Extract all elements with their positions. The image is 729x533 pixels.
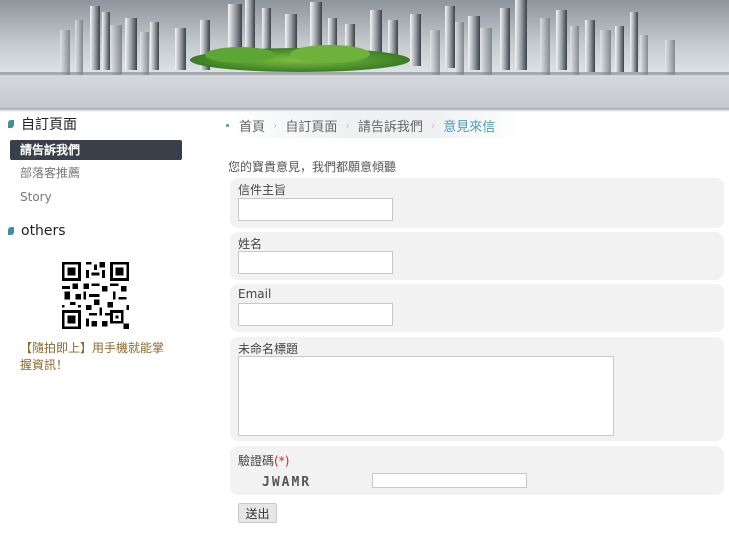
sidebar-item-tell-us[interactable]: 請告訴我們 [10, 140, 182, 160]
sidebar-item-blogger-recommend[interactable]: 部落客推薦 [10, 163, 182, 183]
captcha-text: JWAMR [262, 475, 311, 488]
required-mark: (*) [274, 454, 290, 468]
chevron-right-icon: › [273, 118, 278, 132]
breadcrumb-custom-pages[interactable]: 自訂頁面 [285, 116, 337, 135]
captcha-input[interactable] [372, 473, 527, 488]
submit-button[interactable]: 送出 [238, 503, 277, 523]
breadcrumb-tell-us[interactable]: 請告訴我們 [358, 116, 423, 135]
name-input[interactable] [238, 251, 393, 274]
qr-code-icon [62, 262, 129, 329]
chevron-right-icon: › [345, 118, 350, 132]
field-email: Email [230, 284, 724, 332]
sidebar-section-title: others [21, 223, 66, 239]
field-captcha: 驗證碼(*) JWAMR [230, 446, 724, 495]
header-banner [0, 0, 729, 110]
untitled-textarea[interactable] [238, 356, 614, 436]
field-label: 未命名標題 [238, 342, 299, 356]
captcha-image: JWAMR [262, 475, 311, 488]
sidebar-item-story[interactable]: Story [10, 187, 182, 207]
field-name: 姓名 [230, 232, 724, 280]
field-label: 驗證碼(*) [238, 452, 289, 469]
field-label: Email [238, 287, 272, 301]
sidebar-section-others: others [8, 221, 66, 241]
breadcrumb-current-feedback: 意見來信 [443, 119, 496, 135]
mobile-promo-text: 【隨拍即上】用手機就能掌握資訊！ [20, 341, 165, 372]
field-label: 信件主旨 [238, 183, 287, 197]
bullet-icon [8, 227, 14, 235]
sidebar-section-title: 自訂頁面 [21, 117, 77, 133]
breadcrumb: 首頁 › 自訂頁面 › 請告訴我們 › 意見來信 [224, 112, 524, 138]
subject-input[interactable] [238, 198, 393, 221]
city-skyline-banner [0, 0, 729, 110]
chevron-right-icon: › [430, 118, 436, 132]
captcha-label: 驗證碼 [238, 454, 275, 468]
field-untitled: 未命名標題 [230, 337, 724, 441]
sidebar-section-custom-pages: 自訂頁面 [8, 114, 77, 134]
field-subject: 信件主旨 [230, 178, 724, 228]
bullet-icon [226, 123, 229, 127]
form-intro-text: 您的寶貴意見，我們都願意傾聽 [228, 160, 397, 174]
breadcrumb-home[interactable]: 首頁 [239, 116, 265, 135]
field-label: 姓名 [238, 237, 263, 251]
email-input[interactable] [238, 303, 393, 326]
bullet-icon [8, 120, 14, 128]
